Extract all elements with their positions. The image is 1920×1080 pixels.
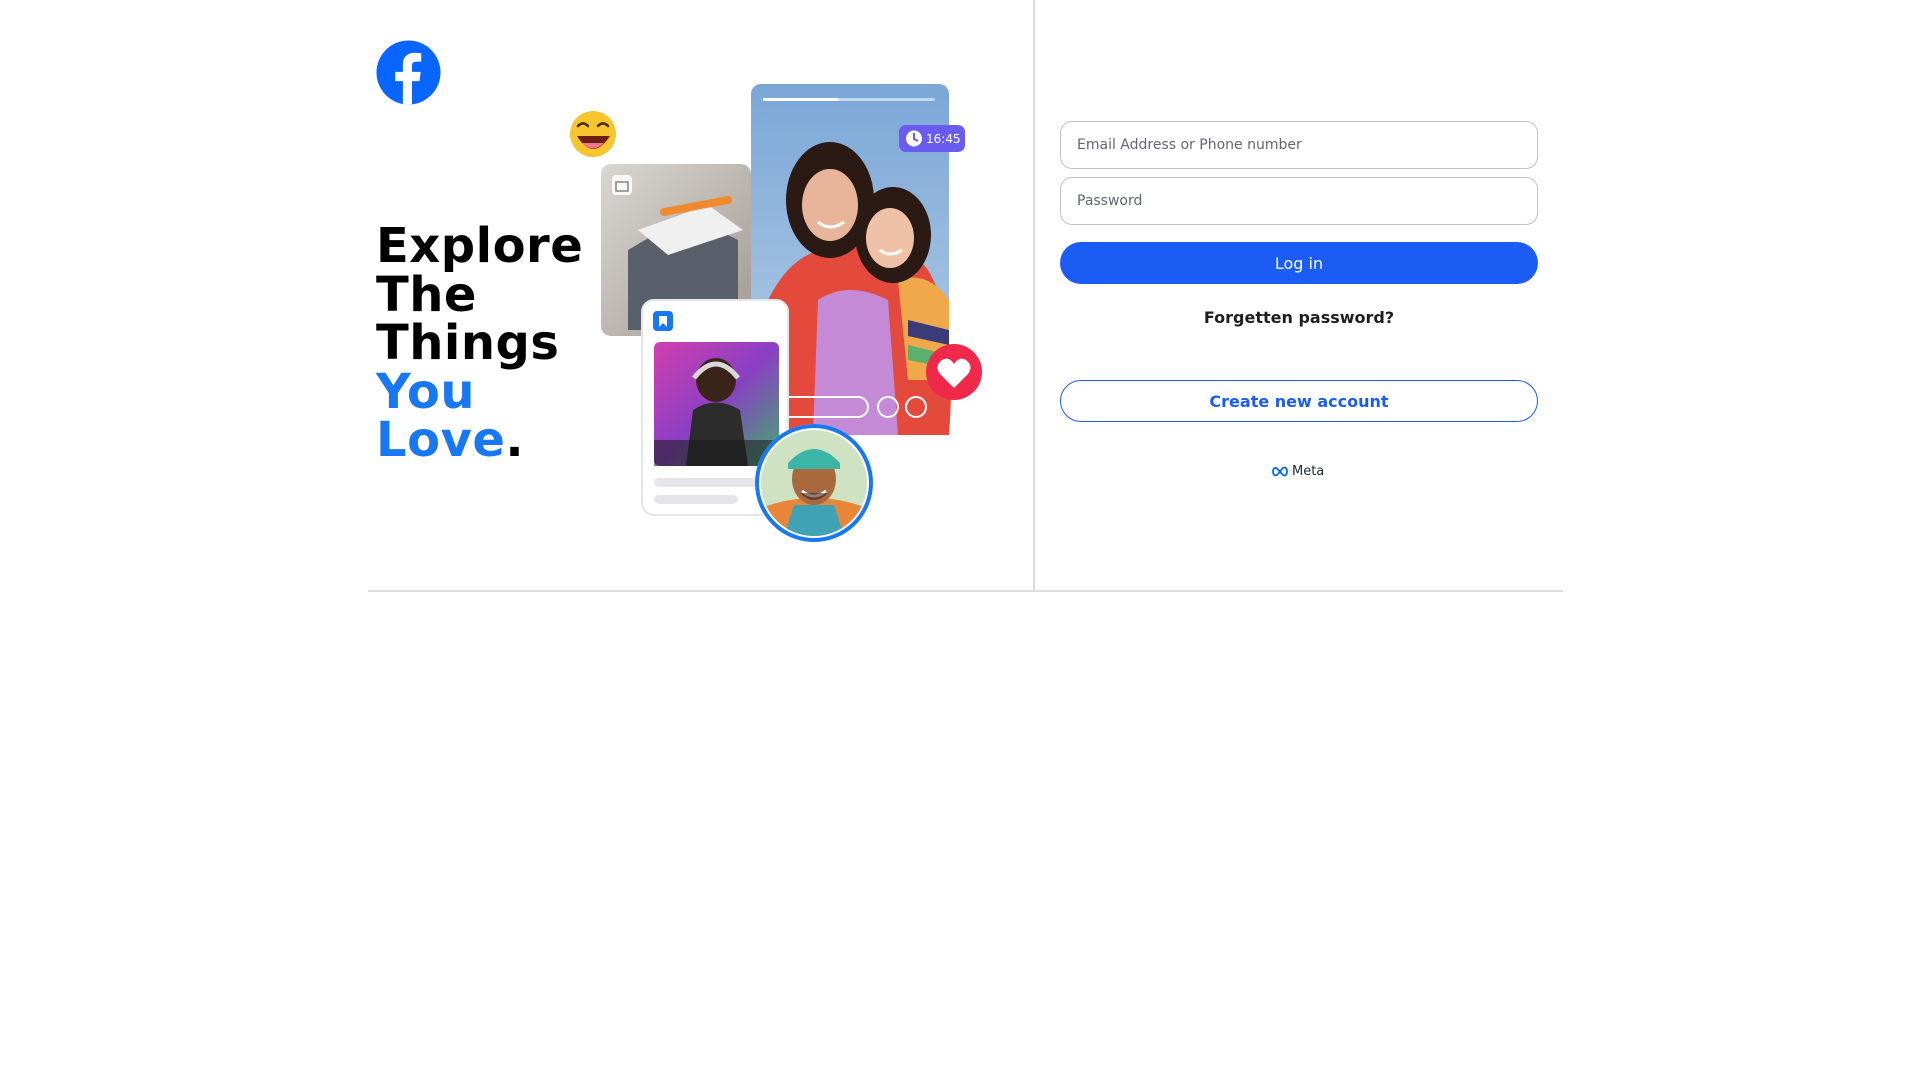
facebook-logo-icon[interactable] <box>376 40 441 105</box>
login-form: Log in Forgetten password? Create new ac… <box>1060 0 1538 590</box>
time-badge: 16:45 <box>899 125 965 152</box>
left-panel: Explore The Things You Love. 16:45 <box>368 0 1035 590</box>
email-field[interactable] <box>1060 121 1538 169</box>
login-page: Explore The Things You Love. 16:45 Email… <box>0 0 1920 1080</box>
headline-line-1: Explore <box>376 218 584 274</box>
time-badge-text: 16:45 <box>926 132 961 146</box>
laughing-emoji-icon <box>570 111 616 157</box>
avatar <box>755 424 873 542</box>
heart-icon <box>926 344 982 400</box>
hero-illustration: 16:45 <box>570 84 982 542</box>
headline-line-2: The <box>376 266 477 323</box>
meta-label: Meta <box>1292 463 1325 479</box>
meta-infinity-icon <box>1272 466 1288 476</box>
bottom-divider <box>368 590 1563 592</box>
headline-period: . <box>505 412 525 468</box>
headline-line-5: Love <box>376 412 506 468</box>
headline: Explore The Things You Love. <box>376 222 583 465</box>
login-button[interactable]: Log in <box>1060 242 1538 284</box>
headline-line-4: You <box>376 363 475 420</box>
forgot-password-link[interactable]: Forgetten password? <box>1060 308 1538 327</box>
meta-logo[interactable]: Meta <box>1271 462 1324 480</box>
password-field[interactable] <box>1060 177 1538 225</box>
store-icon <box>612 175 632 195</box>
headline-line-3: Things <box>376 315 560 371</box>
create-account-button[interactable]: Create new account <box>1060 380 1538 422</box>
